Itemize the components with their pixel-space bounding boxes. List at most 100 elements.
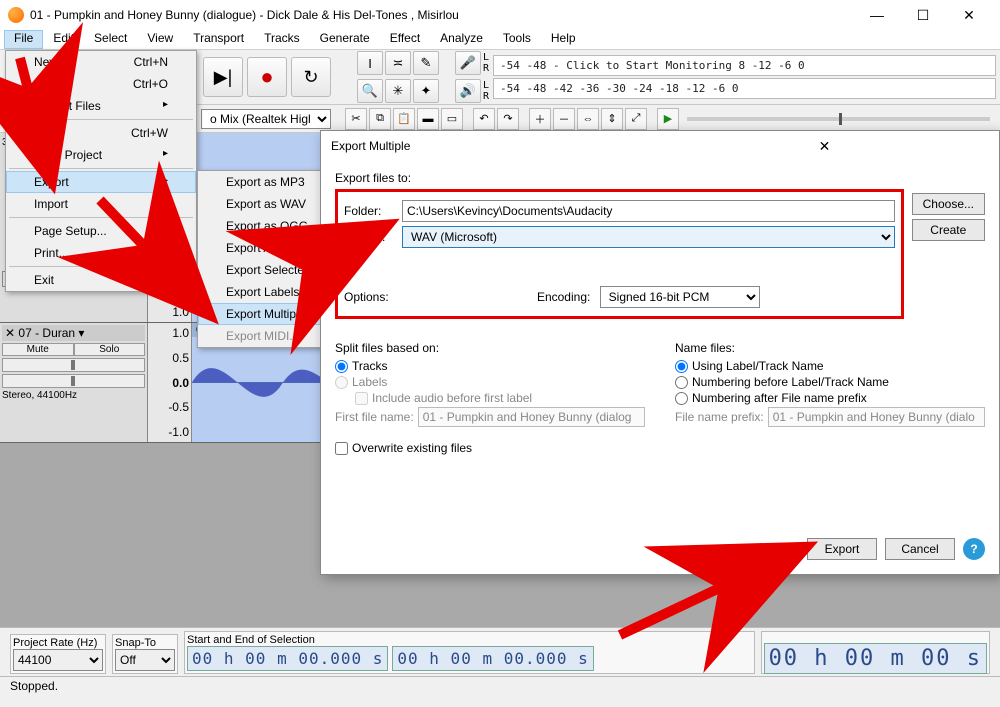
speaker-icon[interactable]: 🔊 — [455, 79, 481, 103]
export-button[interactable]: Export — [807, 538, 877, 560]
recording-meter[interactable]: -54 -48 - Click to Start Monitoring 8 -1… — [493, 55, 996, 76]
menu-generate[interactable]: Generate — [310, 30, 380, 49]
format-select[interactable]: WAV (Microsoft) — [402, 226, 895, 248]
play-at-speed-icon[interactable]: ▶ — [657, 108, 679, 130]
record-button[interactable]: ● — [247, 57, 287, 97]
draw-tool-icon[interactable]: ✎ — [413, 51, 439, 75]
menuitem-export[interactable]: Export — [6, 171, 196, 193]
help-icon[interactable]: ? — [963, 538, 985, 560]
radio-using-label[interactable]: Using Label/Track Name — [675, 359, 985, 373]
menuitem-open[interactable]: Open...Ctrl+O — [6, 73, 196, 95]
menu-file[interactable]: File — [4, 30, 43, 49]
trim-icon[interactable]: ▬ — [417, 108, 439, 130]
radio-tracks[interactable]: Tracks — [335, 359, 645, 373]
submenu-export-mp3[interactable]: Export as MP3 — [198, 171, 326, 193]
app-logo-icon — [8, 7, 24, 23]
titlebar: 01 - Pumpkin and Honey Bunny (dialogue) … — [0, 0, 1000, 30]
choose-button[interactable]: Choose... — [912, 193, 985, 215]
menuitem-page-setup[interactable]: Page Setup... — [6, 220, 196, 242]
paste-icon[interactable]: 📋 — [393, 108, 415, 130]
menu-effect[interactable]: Effect — [380, 30, 430, 49]
menuitem-recent[interactable]: Recent Files — [6, 95, 196, 117]
folder-input[interactable] — [402, 200, 895, 222]
checkbox-overwrite[interactable]: Overwrite existing files — [335, 441, 985, 455]
dialog-close-icon[interactable]: ✕ — [660, 138, 989, 155]
submenu-export-audio[interactable]: Export Audio... — [198, 237, 326, 259]
encoding-select[interactable]: Signed 16-bit PCM — [600, 286, 760, 308]
snap-select[interactable]: Off — [115, 649, 175, 671]
track-header[interactable]: ✕ 07 - Duran ▾ MuteSolo Stereo, 44100Hz — [0, 323, 148, 442]
zoomin-icon[interactable]: ＋ — [529, 108, 551, 130]
window-buttons: — ☐ ✕ — [854, 0, 992, 30]
minimize-button[interactable]: — — [854, 0, 900, 30]
submenu-export-labels[interactable]: Export Labels... — [198, 281, 326, 303]
menu-edit[interactable]: Edit — [43, 30, 84, 49]
menu-analyze[interactable]: Analyze — [430, 30, 493, 49]
silence-icon[interactable]: ▭ — [441, 108, 463, 130]
encoding-label: Encoding: — [537, 290, 590, 304]
mute-button[interactable]: Mute — [2, 343, 74, 356]
selection-end[interactable]: 00 h 00 m 00.000 s — [392, 646, 593, 671]
cancel-button[interactable]: Cancel — [885, 538, 955, 560]
fit-sel-icon[interactable]: ⇔ — [577, 108, 599, 130]
menuitem-save-project[interactable]: Save Project — [6, 144, 196, 166]
selection-tool-icon[interactable]: I — [357, 51, 383, 75]
window-title: 01 - Pumpkin and Honey Bunny (dialogue) … — [30, 8, 854, 22]
skip-end-button[interactable]: ▶| — [203, 57, 243, 97]
selection-start[interactable]: 00 h 00 m 00.000 s — [187, 646, 388, 671]
loop-button[interactable]: ↻ — [291, 57, 331, 97]
zoomout-icon[interactable]: － — [553, 108, 575, 130]
maximize-button[interactable]: ☐ — [900, 0, 946, 30]
menuitem-import[interactable]: Import — [6, 193, 196, 215]
copy-icon[interactable]: ⧉ — [369, 108, 391, 130]
file-menu-dropdown: NewCtrl+N Open...Ctrl+O Recent Files Clo… — [5, 50, 197, 292]
zoom-toggle-icon[interactable]: ⤢ — [625, 108, 647, 130]
menu-transport[interactable]: Transport — [183, 30, 254, 49]
menuitem-print[interactable]: Print... — [6, 242, 196, 264]
menuitem-close[interactable]: CloseCtrl+W — [6, 122, 196, 144]
checkbox-include-before: Include audio before first label — [355, 391, 645, 405]
project-rate-group: Project Rate (Hz) 44100 — [10, 634, 106, 674]
solo-button[interactable]: Solo — [74, 343, 146, 356]
cut-icon[interactable]: ✂ — [345, 108, 367, 130]
project-rate-select[interactable]: 44100 — [13, 649, 103, 671]
multitool-icon[interactable]: ✦ — [413, 79, 439, 103]
dialog-titlebar[interactable]: Export Multiple ✕ — [321, 131, 999, 161]
timeshift-tool-icon[interactable]: ✳ — [385, 79, 411, 103]
submenu-export-wav[interactable]: Export as WAV — [198, 193, 326, 215]
create-button[interactable]: Create — [912, 219, 985, 241]
radio-numbering-after[interactable]: Numbering after File name prefix — [675, 391, 985, 405]
menu-select[interactable]: Select — [84, 30, 137, 49]
menuitem-new[interactable]: NewCtrl+N — [6, 51, 196, 73]
options-label: Options: — [344, 290, 396, 304]
menu-tracks[interactable]: Tracks — [254, 30, 310, 49]
redo-icon[interactable]: ↷ — [497, 108, 519, 130]
mic-icon[interactable]: 🎤 — [455, 51, 481, 75]
audio-position[interactable]: 00 h 00 m 00 s — [764, 643, 987, 674]
submenu-export-midi: Export MIDI... — [198, 325, 326, 347]
split-based-on-label: Split files based on: — [335, 341, 645, 355]
fit-proj-icon[interactable]: ⇕ — [601, 108, 623, 130]
menu-view[interactable]: View — [137, 30, 183, 49]
menuitem-exit[interactable]: ExitCtrl+Q — [6, 269, 196, 291]
first-filename-label: First file name: — [335, 410, 414, 424]
zoom-tool-icon[interactable]: 🔍 — [357, 79, 383, 103]
speed-slider[interactable] — [687, 117, 990, 121]
undo-icon[interactable]: ↶ — [473, 108, 495, 130]
gain-slider[interactable] — [2, 358, 145, 372]
device-select[interactable]: o Mix (Realtek High De — [201, 109, 331, 129]
submenu-export-selected[interactable]: Export Selected A — [198, 259, 326, 281]
playback-meter[interactable]: -54 -48 -42 -36 -30 -24 -18 -12 -6 0 — [493, 78, 996, 99]
export-multiple-dialog: Export Multiple ✕ Export files to: Folde… — [320, 130, 1000, 575]
menu-tools[interactable]: Tools — [493, 30, 541, 49]
close-button[interactable]: ✕ — [946, 0, 992, 30]
menubar: File Edit Select View Transport Tracks G… — [0, 30, 1000, 50]
envelope-tool-icon[interactable]: ≍ — [385, 51, 411, 75]
first-filename-input — [418, 407, 645, 427]
submenu-export-multiple[interactable]: Export Multiple... — [198, 303, 326, 325]
menu-help[interactable]: Help — [541, 30, 586, 49]
radio-numbering-before[interactable]: Numbering before Label/Track Name — [675, 375, 985, 389]
pan-slider[interactable] — [2, 374, 145, 388]
track-vscale: 1.00.50.0-0.5-1.0 — [148, 323, 192, 442]
submenu-export-ogg[interactable]: Export as OGG — [198, 215, 326, 237]
